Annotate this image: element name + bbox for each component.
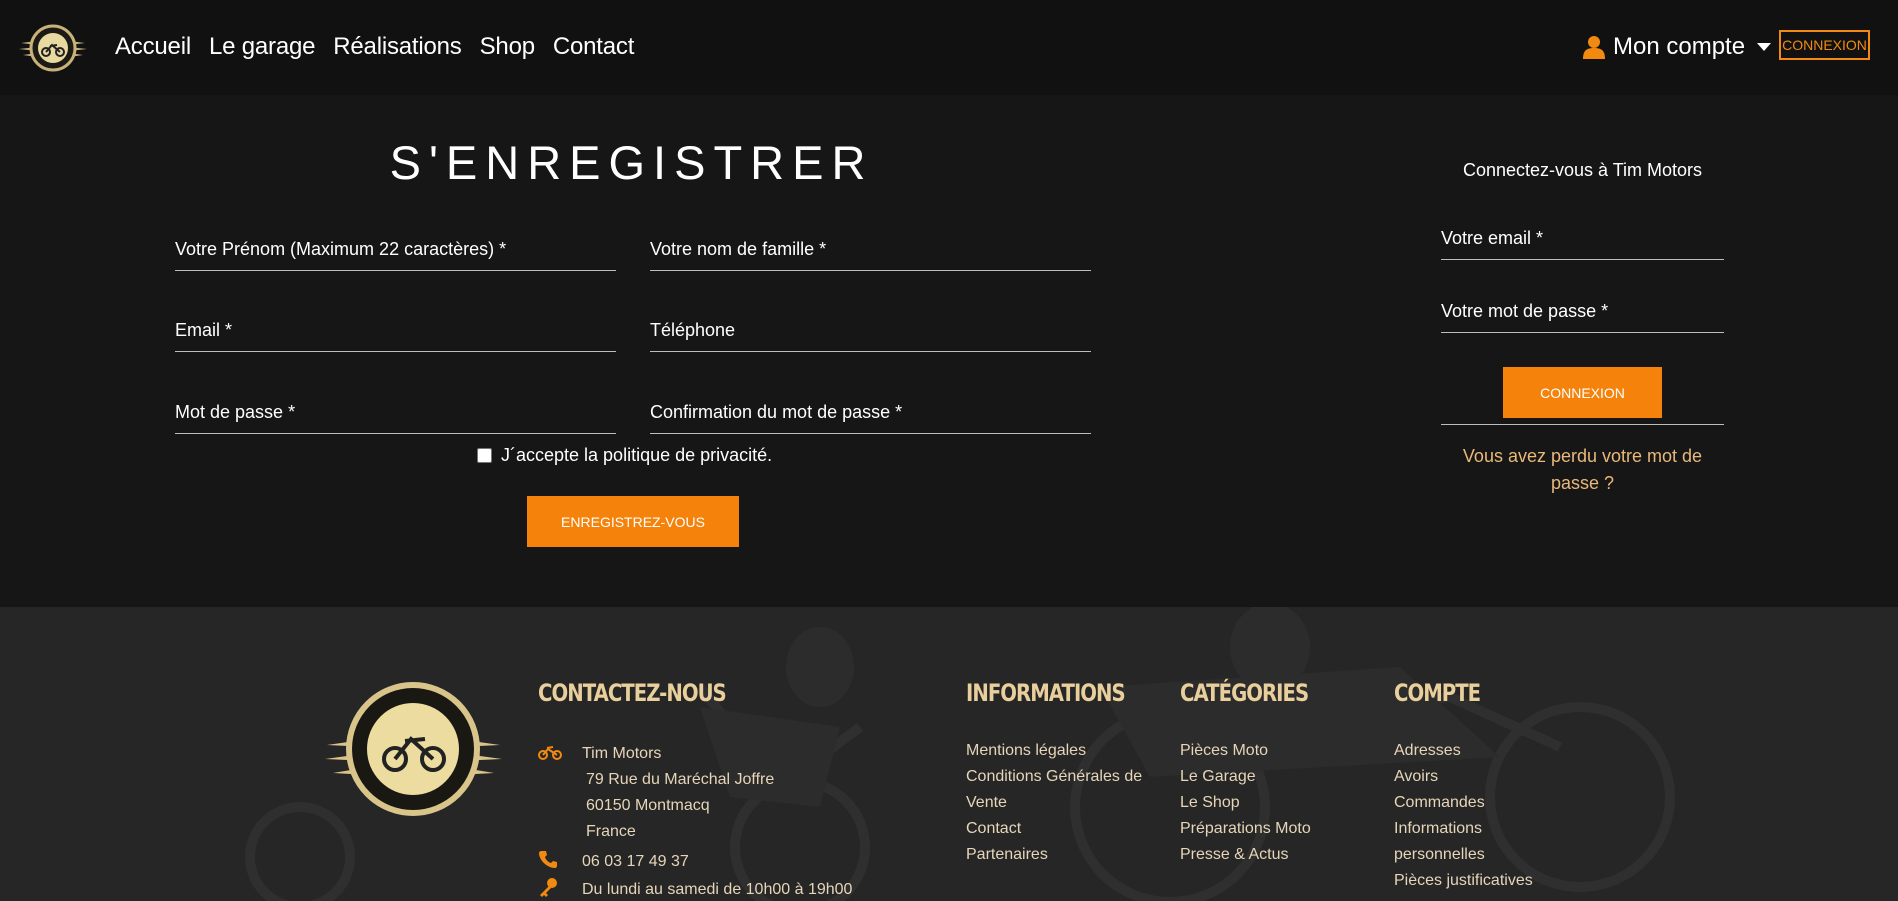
footer-company-row: Tim Motors 79 Rue du Maréchal Joffre 601… (538, 741, 774, 845)
password-confirm-field (650, 393, 1091, 434)
tim-motors-footer-logo (325, 682, 502, 816)
lost-password-link[interactable]: Vous avez perdu votre mot de passe ? (1441, 443, 1724, 497)
footer-hours: Du lundi au samedi de 10h00 à 19h00 (582, 881, 853, 898)
user-icon (1583, 36, 1605, 59)
footer-heading-contact: CONTACTEZ-NOUS (538, 679, 727, 707)
navbar: Accueil Le garage Réalisations Shop Cont… (0, 0, 1898, 95)
account-dropdown[interactable]: Mon compte (1583, 30, 1772, 64)
footer-link-partenaires[interactable]: Partenaires (966, 842, 1142, 868)
footer-link-informations-cont[interactable]: personnelles (1394, 842, 1533, 868)
footer-link-presse[interactable]: Presse & Actus (1180, 842, 1311, 868)
register-button[interactable]: ENREGISTREZ-VOUS (527, 496, 739, 547)
footer-link-informations[interactable]: Informations (1394, 816, 1533, 842)
nav-accueil[interactable]: Accueil (115, 30, 191, 64)
login-divider (1441, 424, 1724, 425)
footer-hours-row: Du lundi au samedi de 10h00 à 19h00 (538, 877, 852, 901)
password-input[interactable] (175, 393, 616, 431)
footer-company-name: Tim Motors (582, 745, 662, 762)
motorcycle-illustration-background (245, 607, 1675, 901)
footer: CONTACTEZ-NOUS Tim Motors 79 Rue du Maré… (0, 607, 1898, 901)
password-field (175, 393, 616, 434)
phone-field (650, 311, 1091, 352)
footer-link-preparations[interactable]: Préparations Moto (1180, 816, 1311, 842)
nav-shop[interactable]: Shop (480, 30, 535, 64)
lastname-field (650, 230, 1091, 271)
footer-link-cgv[interactable]: Conditions Générales de (966, 764, 1142, 790)
footer-link-avoirs[interactable]: Avoirs (1394, 764, 1533, 790)
footer-link-pieces-justificatives[interactable]: Pièces justificatives (1394, 868, 1533, 894)
login-button[interactable]: CONNEXION (1503, 367, 1662, 418)
footer-phone[interactable]: 06 03 17 49 37 (582, 849, 689, 875)
key-icon (540, 878, 557, 897)
chevron-down-icon (1757, 43, 1772, 51)
footer-city: 60150 Montmacq (586, 797, 710, 814)
password-confirm-input[interactable] (650, 393, 1091, 431)
footer-link-le-shop[interactable]: Le Shop (1180, 790, 1311, 816)
login-password-field (1441, 292, 1724, 333)
register-section: S'ENREGISTRER J´accepte la politique de … (0, 95, 1898, 607)
motorcycle-icon (538, 746, 562, 760)
email-field (175, 311, 616, 352)
footer-heading-informations: INFORMATIONS (966, 679, 1126, 707)
footer-street: 79 Rue du Maréchal Joffre (586, 771, 775, 788)
privacy-consent: J´accepte la politique de privacité. (477, 445, 772, 466)
nav-contact[interactable]: Contact (553, 30, 635, 64)
nav-le-garage[interactable]: Le garage (209, 30, 315, 64)
main-nav: Accueil Le garage Réalisations Shop Cont… (115, 30, 652, 64)
email-input[interactable] (175, 311, 616, 349)
nav-realisations[interactable]: Réalisations (333, 30, 462, 64)
footer-heading-categories: CATÉGORIES (1180, 679, 1309, 707)
connexion-button-header[interactable]: CONNEXION (1779, 30, 1870, 60)
footer-phone-row: 06 03 17 49 37 (538, 849, 689, 875)
phone-input[interactable] (650, 311, 1091, 349)
login-password-input[interactable] (1441, 292, 1724, 330)
tim-motors-logo[interactable] (19, 19, 87, 76)
footer-link-adresses[interactable]: Adresses (1394, 738, 1533, 764)
account-label: Mon compte (1613, 33, 1746, 60)
footer-country: France (586, 823, 636, 840)
footer-link-mentions[interactable]: Mentions légales (966, 738, 1142, 764)
footer-link-le-garage[interactable]: Le Garage (1180, 764, 1311, 790)
firstname-field (175, 230, 616, 271)
phone-icon (539, 851, 557, 868)
lastname-input[interactable] (650, 230, 1091, 268)
privacy-checkbox[interactable] (477, 448, 492, 463)
footer-link-commandes[interactable]: Commandes (1394, 790, 1533, 816)
login-title: Connectez-vous à Tim Motors (1462, 160, 1703, 180)
footer-heading-compte: COMPTE (1394, 679, 1481, 707)
privacy-label: J´accepte la politique de privacité. (501, 445, 773, 465)
footer-link-cgv-cont[interactable]: Vente (966, 790, 1142, 816)
footer-categories-list: Pièces Moto Le Garage Le Shop Préparatio… (1180, 738, 1311, 868)
page-title: S'ENREGISTRER (389, 136, 874, 189)
footer-link-pieces-moto[interactable]: Pièces Moto (1180, 738, 1311, 764)
footer-link-contact[interactable]: Contact (966, 816, 1142, 842)
footer-compte-list: Adresses Avoirs Commandes Informations p… (1394, 738, 1533, 894)
login-email-field (1441, 219, 1724, 260)
firstname-input[interactable] (175, 230, 616, 268)
footer-informations-list: Mentions légales Conditions Générales de… (966, 738, 1142, 868)
login-email-input[interactable] (1441, 219, 1724, 257)
